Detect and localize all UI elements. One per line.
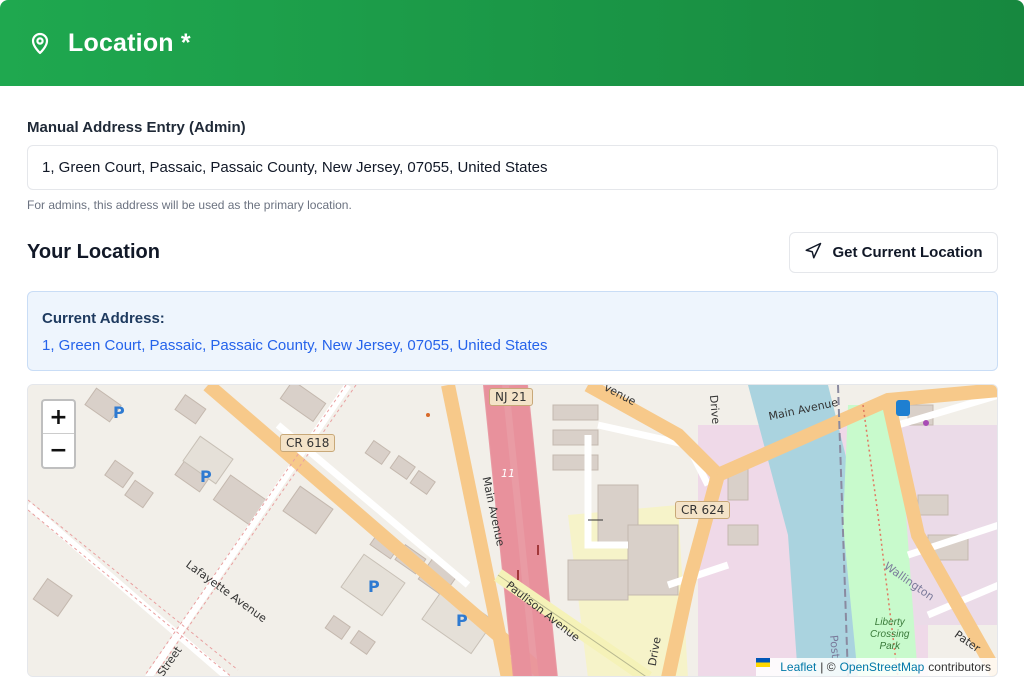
- manual-address-help: For admins, this address will be used as…: [27, 198, 352, 212]
- drive-top-label: Drive: [706, 394, 723, 425]
- zoom-control: + −: [41, 399, 76, 469]
- svg-text:P: P: [200, 467, 212, 486]
- map-view[interactable]: P P P P NJ 21 CR 618 CR 624 Main Avenue …: [27, 384, 998, 677]
- current-address-box: Current Address: 1, Green Court, Passaic…: [27, 291, 998, 371]
- openstreetmap-link[interactable]: OpenStreetMap: [840, 660, 925, 674]
- attribution-contributors: contributors: [928, 660, 991, 674]
- svg-text:P: P: [368, 577, 380, 596]
- manual-address-label: Manual Address Entry (Admin): [27, 119, 246, 136]
- svg-text:P: P: [456, 611, 468, 630]
- header-title: Location *: [68, 28, 191, 57]
- ukraine-flag-icon: [756, 658, 776, 672]
- nj21-shield: NJ 21: [489, 388, 533, 406]
- your-location-title: Your Location: [27, 241, 160, 263]
- map-attribution: Leaflet | © OpenStreetMap contributors: [756, 658, 997, 676]
- current-address-label: Current Address:: [42, 310, 165, 327]
- current-address-value: 1, Green Court, Passaic, Passaic County,…: [42, 337, 548, 354]
- map-tiles: P P P P: [28, 385, 997, 676]
- manual-address-input[interactable]: [27, 145, 998, 190]
- get-current-location-button[interactable]: Get Current Location: [789, 232, 998, 273]
- leaflet-link[interactable]: Leaflet: [780, 660, 816, 674]
- navigation-arrow-icon: [804, 242, 822, 264]
- map-pin-icon: [28, 30, 54, 56]
- zoom-out-button[interactable]: −: [43, 434, 74, 467]
- liberty-crossing-park-label: Liberty Crossing Park: [870, 617, 910, 652]
- cr624-shield: CR 624: [675, 501, 731, 519]
- cr618-shield: CR 618: [280, 434, 336, 452]
- post-label: Post: [827, 634, 842, 659]
- zoom-in-button[interactable]: +: [43, 401, 74, 434]
- svg-text:P: P: [113, 403, 125, 422]
- route-11-label: 11: [501, 467, 515, 480]
- get-current-location-label: Get Current Location: [832, 244, 983, 261]
- location-header: Location *: [0, 0, 1024, 86]
- attribution-separator: | ©: [820, 660, 836, 674]
